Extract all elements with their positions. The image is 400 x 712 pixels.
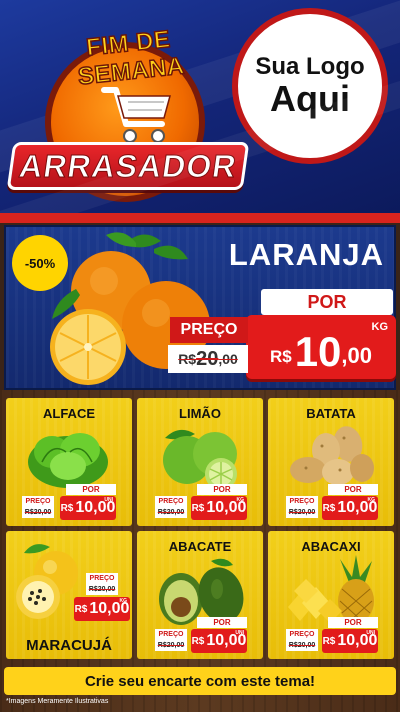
badge-bottom-banner: ARRASADOR (6, 142, 250, 190)
product-card-limao[interactable]: LIMÃO PREÇO R$20,00 POR KG R$ 10,00 (137, 398, 263, 526)
hero-price-int: 10 (294, 328, 342, 375)
old-price: R$20,00 (155, 639, 187, 651)
price-currency: R$ (60, 502, 74, 514)
shopping-cart-icon (101, 87, 171, 143)
old-price: R$20,00 (286, 506, 318, 518)
logo-line1: Sua Logo (255, 52, 365, 80)
lettuce-image (28, 433, 108, 488)
passion-fruit-image (16, 544, 78, 619)
product-name: ABACATE (168, 539, 232, 554)
product-name: BATATA (306, 406, 356, 421)
price-box: KG R$ 10,00 (74, 597, 130, 621)
price-currency: R$ (74, 603, 88, 615)
hero-old-dec: ,00 (218, 351, 238, 367)
price-box: KG R$ 10,00 (322, 496, 378, 520)
preco-label: PREÇO (22, 496, 54, 506)
product-name: MARACUJÁ (26, 637, 112, 654)
promo-badge: FIM DE SEMANA ARRASADOR (6, 20, 250, 210)
product-name: ALFACE (43, 406, 95, 421)
product-card-batata[interactable]: BATATA PREÇO R$20,00 POR KG R$ 10,00 (268, 398, 394, 526)
old-price: R$20,00 (86, 583, 118, 595)
lime-image (163, 429, 237, 490)
product-name: ABACAXI (301, 539, 361, 554)
hero-product-name: LARANJA (228, 237, 384, 272)
price-currency: R$ (191, 635, 205, 647)
badge-bottom-text: ARRASADOR (17, 147, 240, 184)
price-unit: KG (119, 598, 128, 604)
hero-old-price: R$ 20 ,00 (168, 345, 248, 373)
price-currency: R$ (322, 635, 336, 647)
hero-offer[interactable]: -50% LARANJA POR PREÇO R$ 20 ,00 KG R$ 1… (4, 225, 396, 390)
divider-stripe (0, 213, 400, 223)
product-card-alface[interactable]: ALFACE PREÇO R$20,00 POR UNI R$ 10,00 (6, 398, 132, 526)
hero-unit: KG (371, 321, 389, 333)
product-card-maracuja[interactable]: PREÇO R$20,00 KG R$ 10,00 MARACUJÁ (6, 531, 132, 659)
price-box: UNI R$ 10,00 (60, 496, 116, 520)
old-price: R$20,00 (155, 506, 187, 518)
price-unit: UNI (235, 630, 244, 636)
por-label: POR (328, 484, 378, 495)
logo-placeholder[interactable]: Sua Logo Aqui (232, 8, 388, 164)
price-unit: KG (367, 497, 376, 503)
price-currency: R$ (322, 502, 336, 514)
cta-banner[interactable]: Crie seu encarte com este tema! (4, 667, 396, 695)
hero-price-dec: ,00 (341, 343, 373, 368)
product-name: LIMÃO (179, 406, 221, 421)
logo-line2: Aqui (270, 78, 350, 120)
hero-price-box: KG R$ 10 ,00 (246, 315, 396, 379)
price-box: UNI R$ 10,00 (322, 629, 378, 653)
preco-label: PREÇO (155, 496, 187, 506)
product-card-abacaxi[interactable]: ABACAXI PREÇO R$20,00 POR UNI R$ 10,00 (268, 531, 394, 659)
por-label: POR (328, 617, 378, 628)
hero-preco-label: PREÇO (170, 317, 248, 343)
disclaimer-text: *Imagens Meramente Ilustrativas (6, 698, 109, 705)
preco-label: PREÇO (86, 573, 118, 583)
old-price: R$20,00 (22, 506, 54, 518)
discount-badge: -50% (12, 235, 68, 291)
hero-currency: R$ (269, 347, 292, 366)
potato-image (290, 426, 374, 485)
preco-label: PREÇO (155, 629, 187, 639)
hero-por-label: POR (261, 289, 393, 315)
por-label: POR (197, 484, 247, 495)
header-banner: FIM DE SEMANA ARRASADOR Sua Logo Aqui (0, 0, 400, 215)
hero-old-int: 20 (196, 347, 219, 370)
preco-label: PREÇO (286, 496, 318, 506)
price-unit: KG (236, 497, 245, 503)
price-currency: R$ (191, 502, 205, 514)
old-price: R$20,00 (286, 639, 318, 651)
por-label: POR (197, 617, 247, 628)
price-box: KG R$ 10,00 (191, 496, 247, 520)
price-unit: UNI (366, 630, 375, 636)
price-unit: UNI (104, 497, 113, 503)
preco-label: PREÇO (286, 629, 318, 639)
hero-old-currency: R$ (178, 351, 197, 367)
por-label: POR (66, 484, 116, 495)
product-card-abacate[interactable]: ABACATE PREÇO R$20,00 POR UNI R$ 10,00 (137, 531, 263, 659)
price-box: UNI R$ 10,00 (191, 629, 247, 653)
